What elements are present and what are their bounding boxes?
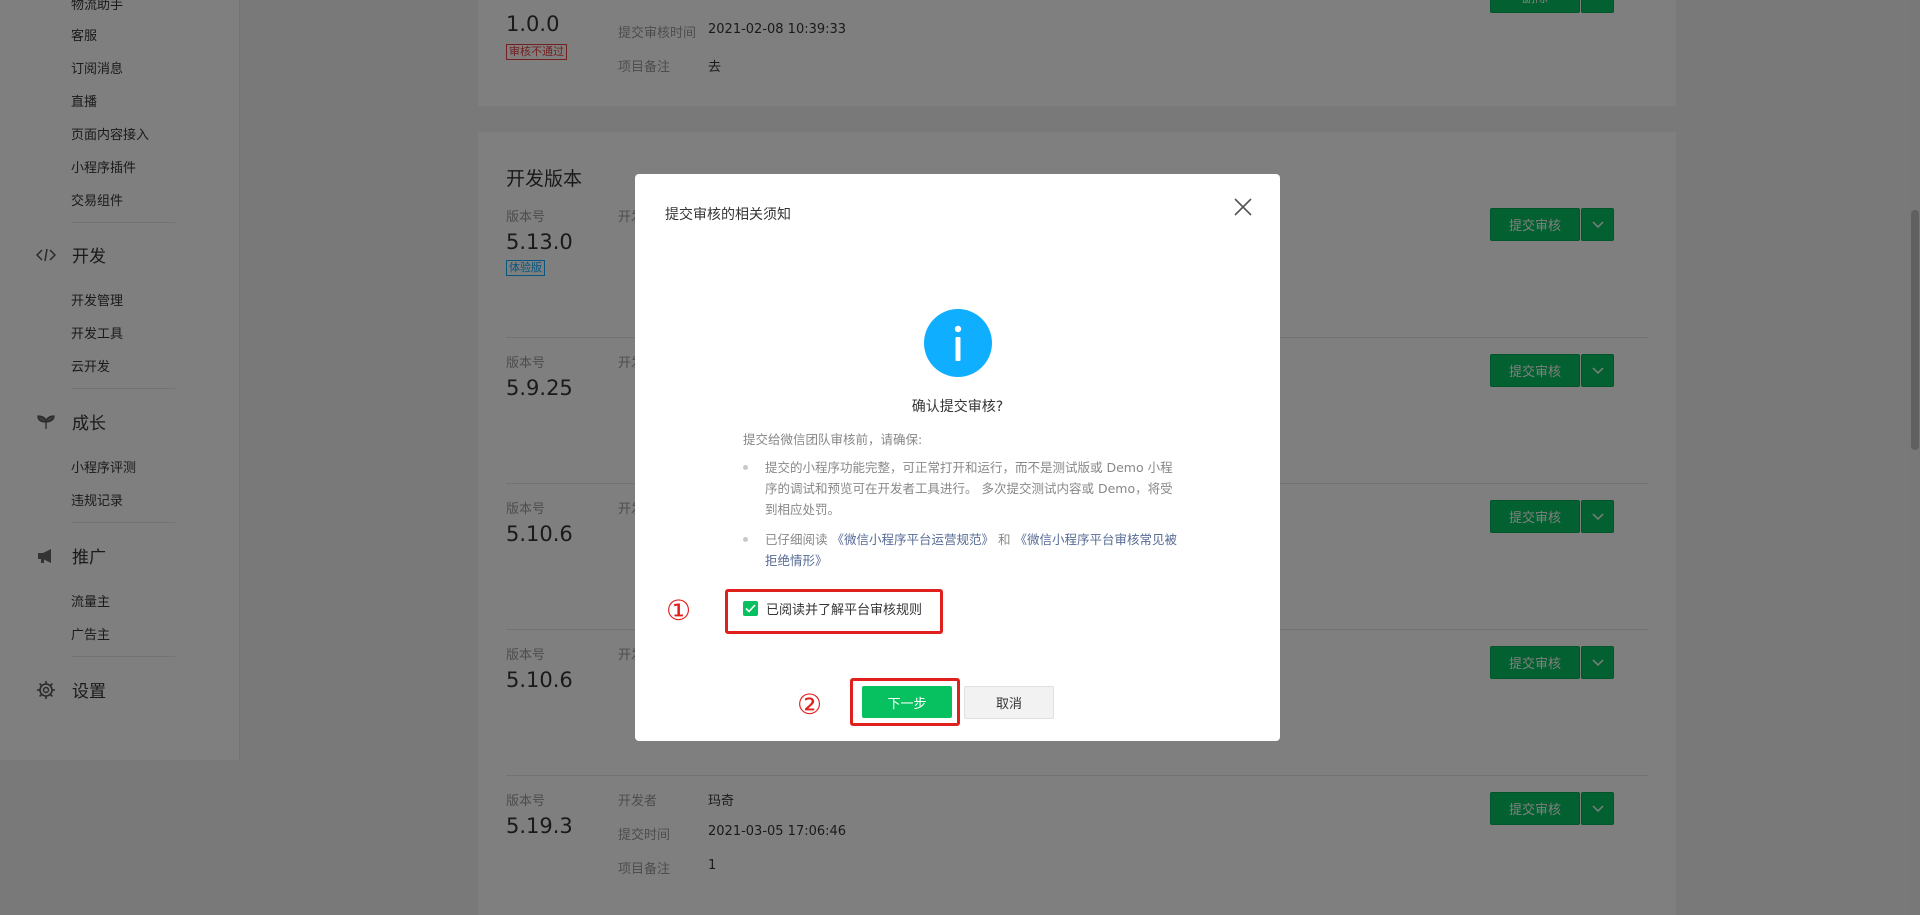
notice-and: 和 xyxy=(998,532,1011,547)
annotation-step-1: ① xyxy=(666,594,692,627)
dialog-intro: 提交给微信团队审核前，请确保: xyxy=(743,432,923,447)
annotation-box-checkbox xyxy=(725,589,943,634)
bullet-dot xyxy=(743,537,748,542)
dialog-title: 提交审核的相关须知 xyxy=(665,207,791,223)
close-button[interactable] xyxy=(1232,196,1254,218)
operation-rules-link[interactable]: 《微信小程序平台运营规范》 xyxy=(832,532,995,547)
annotation-box-next xyxy=(850,678,960,726)
annotation-step-2: ② xyxy=(797,688,823,721)
notice-item: 提交的小程序功能完整，可正常打开和运行，而不是测试版或 Demo 小程序的调试和… xyxy=(743,457,1185,520)
info-icon xyxy=(924,309,992,377)
dialog-heading: 确认提交审核? xyxy=(911,399,1004,415)
notice-text: 已仔细阅读 《微信小程序平台运营规范》 和 《微信小程序平台审核常见被拒绝情形》 xyxy=(765,529,1185,571)
submit-review-dialog: 提交审核的相关须知 确认提交审核? 提交给微信团队审核前，请确保: 提交的小程序… xyxy=(635,174,1280,741)
close-icon xyxy=(1234,198,1252,216)
notice-text: 提交的小程序功能完整，可正常打开和运行，而不是测试版或 Demo 小程序的调试和… xyxy=(765,460,1173,517)
notice-prefix: 已仔细阅读 xyxy=(765,532,828,547)
notice-item: 已仔细阅读 《微信小程序平台运营规范》 和 《微信小程序平台审核常见被拒绝情形》 xyxy=(743,529,1185,571)
bullet-dot xyxy=(743,465,748,470)
cancel-button[interactable]: 取消 xyxy=(964,686,1054,719)
